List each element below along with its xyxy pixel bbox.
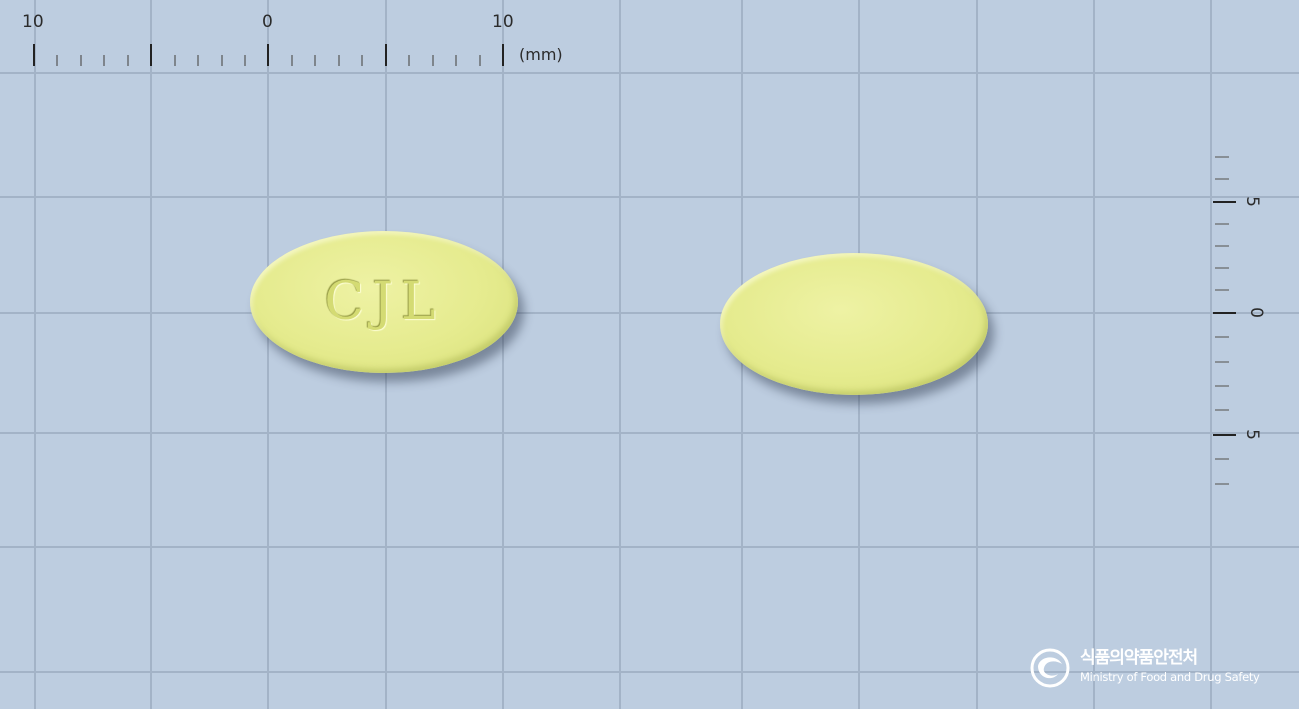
grid-lines bbox=[0, 0, 1299, 709]
mfds-logo-icon bbox=[1030, 648, 1070, 688]
right-ruler-ticks bbox=[1213, 156, 1236, 485]
tablet-back bbox=[720, 253, 988, 395]
right-ruler-label-zero: 0 bbox=[1245, 307, 1266, 318]
top-ruler-label-left: 10 bbox=[22, 12, 44, 32]
ruler-unit-label: (mm) bbox=[519, 45, 563, 64]
watermark-english: Ministry of Food and Drug Safety bbox=[1080, 670, 1260, 684]
right-ruler-label-bottom: 5 bbox=[1241, 429, 1262, 440]
watermark-korean: 식품의약품안전처 bbox=[1080, 648, 1198, 668]
right-ruler-label-top: 5 bbox=[1241, 196, 1262, 207]
top-ruler-label-zero: 0 bbox=[262, 12, 273, 32]
tablet-imprint: CJL bbox=[324, 272, 444, 332]
top-ruler-ticks bbox=[33, 44, 504, 66]
measurement-grid bbox=[0, 0, 1299, 709]
tablet-front: CJL bbox=[250, 231, 518, 373]
top-ruler-label-right: 10 bbox=[492, 12, 514, 32]
